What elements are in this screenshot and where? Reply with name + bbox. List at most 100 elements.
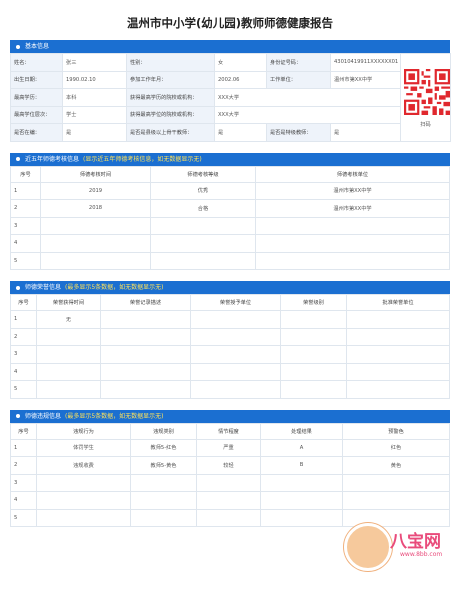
- table-cell: [255, 234, 450, 253]
- table-cell: [36, 508, 131, 527]
- table-cell: B: [260, 456, 343, 475]
- row-index: 4: [10, 234, 41, 253]
- table-cell: [190, 380, 281, 399]
- table-row: 3: [10, 473, 450, 492]
- honor-header: 师德荣誉信息 (最多显示5条数据，如无数据显示无): [10, 281, 450, 294]
- table-cell: 温州市第XX中学: [255, 199, 450, 218]
- row-index: 1: [10, 310, 37, 329]
- report-title: 温州市中小学(幼儿园)教师师德健康报告: [126, 16, 333, 30]
- table-cell: [40, 234, 151, 253]
- assessment-header: 近五年师德考核信息 (显示近五年师德考核信息，如无数据显示无): [10, 152, 450, 166]
- birth-date-label: 出生日期：: [10, 70, 63, 89]
- education-school-value: XXX大学: [214, 88, 401, 107]
- site-watermark: 八宝网 www.8bb.com: [344, 513, 448, 577]
- table-cell: [150, 234, 256, 253]
- table-row: 1无: [10, 310, 450, 329]
- mascot-face-icon: [344, 523, 392, 571]
- table-cell: [346, 380, 450, 399]
- work-start-value: 2002.06: [214, 70, 267, 89]
- table-cell: 2018: [40, 199, 151, 218]
- row-index: 2: [10, 456, 37, 475]
- honor-note: (最多显示5条数据，如无数据显示无): [65, 284, 164, 291]
- col-violation-act: 违规行为: [36, 422, 131, 440]
- table-cell: [280, 380, 347, 399]
- table-cell: [36, 362, 101, 381]
- basic-info-heading: 基本信息: [25, 43, 50, 50]
- bullet-icon: [16, 285, 20, 290]
- table-cell: 黄色: [342, 456, 450, 475]
- table-cell: 温州市第XX中学: [255, 181, 450, 200]
- table-cell: [36, 380, 101, 399]
- table-cell: [346, 345, 450, 364]
- table-cell: [260, 491, 343, 510]
- table-header-row: 序号 荣誉获得时间 荣誉记录描述 荣誉授予单位 荣誉级别 批准荣誉单位: [10, 294, 450, 311]
- table-cell: [280, 327, 347, 346]
- row-index: 2: [10, 327, 37, 346]
- table-cell: 严重: [196, 438, 261, 457]
- violation-table: 序号 违规行为 违规类别 情节程度 处理结果 预警色 1 体罚学生 教师5-红色 严重…: [10, 422, 450, 528]
- education-school-label: 获得最高学历的院校或机构：: [126, 88, 215, 107]
- table-row: 4: [10, 491, 450, 510]
- table-cell: [100, 327, 191, 346]
- qr-caption: 扫码: [420, 121, 431, 128]
- col-index: 序号: [10, 165, 41, 183]
- col-assess-level: 师德考核等级: [150, 165, 256, 183]
- degree-value: 学士: [62, 105, 127, 124]
- table-cell: [342, 473, 450, 492]
- table-cell: 红色: [342, 438, 450, 457]
- table-cell: [260, 508, 343, 527]
- table-cell: [196, 473, 261, 492]
- name-value: 张三: [62, 53, 127, 72]
- name-label: 姓名：: [10, 53, 63, 72]
- violation-heading: 师德违规信息: [25, 412, 62, 420]
- watermark-url: www.8bb.com: [400, 551, 443, 558]
- row-index: 5: [10, 251, 41, 270]
- assessment-heading: 近五年师德考核信息: [25, 155, 80, 163]
- in-staff-value: 是: [62, 123, 127, 142]
- id-number-label: 身份证号码：: [266, 53, 331, 72]
- table-row: 1 体罚学生 教师5-红色 严重 A 红色: [10, 438, 450, 457]
- table-cell: [190, 310, 281, 329]
- table-row: 5: [10, 380, 450, 399]
- row-index: 1: [10, 181, 41, 200]
- education-value: 本科: [62, 88, 127, 107]
- col-honor-time: 荣誉获得时间: [36, 294, 101, 311]
- table-cell: [280, 345, 347, 364]
- col-honor-approver: 批准荣誉单位: [346, 294, 450, 311]
- table-cell: [280, 310, 347, 329]
- gender-value: 女: [214, 53, 267, 72]
- row-index: 3: [10, 473, 37, 492]
- qr-cell: 扫码: [400, 53, 451, 142]
- table-cell: [36, 345, 101, 364]
- honor-heading: 师德荣誉信息: [25, 284, 62, 291]
- table-cell: 违规收费: [36, 456, 131, 475]
- row-index: 5: [10, 508, 37, 527]
- table-cell: [150, 216, 256, 235]
- gender-label: 性别：: [126, 53, 215, 72]
- col-honor-desc: 荣誉记录描述: [100, 294, 191, 311]
- education-label: 最高学历：: [10, 88, 63, 107]
- table-cell: [100, 362, 191, 381]
- table-row: 4: [10, 362, 450, 381]
- row-index: 1: [10, 438, 37, 457]
- qr-code-icon[interactable]: [404, 68, 450, 115]
- table-cell: 教师5-红色: [130, 438, 197, 457]
- row-index: 3: [10, 345, 37, 364]
- report-page: 温州市中小学(幼儿园)教师师德健康报告 基本信息 姓名： 张三 性别： 女 身份…: [10, 0, 451, 571]
- table-row: 姓名： 张三 性别： 女 身份证号码： 43010419911XXXXXX01: [10, 53, 451, 142]
- col-violation-result: 处理结果: [260, 422, 343, 440]
- basic-info-header: 基本信息: [10, 40, 450, 53]
- assessment-note: (显示近五年师德考核信息，如无数据显示无): [83, 155, 202, 163]
- col-violation-type: 违规类别: [130, 422, 197, 440]
- col-assess-time: 师德考核时间: [40, 165, 151, 183]
- table-cell: [100, 380, 191, 399]
- table-row: 4: [10, 234, 450, 253]
- table-cell: [346, 310, 450, 329]
- table-header-row: 序号 师德考核时间 师德考核等级 师德考核单位: [10, 165, 450, 183]
- table-row: 5: [10, 251, 450, 270]
- row-index: 5: [10, 380, 37, 399]
- table-cell: [100, 310, 191, 329]
- work-unit-value: 温州市第XX中学: [330, 70, 401, 89]
- table-cell: [346, 362, 450, 381]
- assessment-table: 序号 师德考核时间 师德考核等级 师德考核单位 1 2019 优秀 温州市第XX中学 2…: [10, 165, 450, 271]
